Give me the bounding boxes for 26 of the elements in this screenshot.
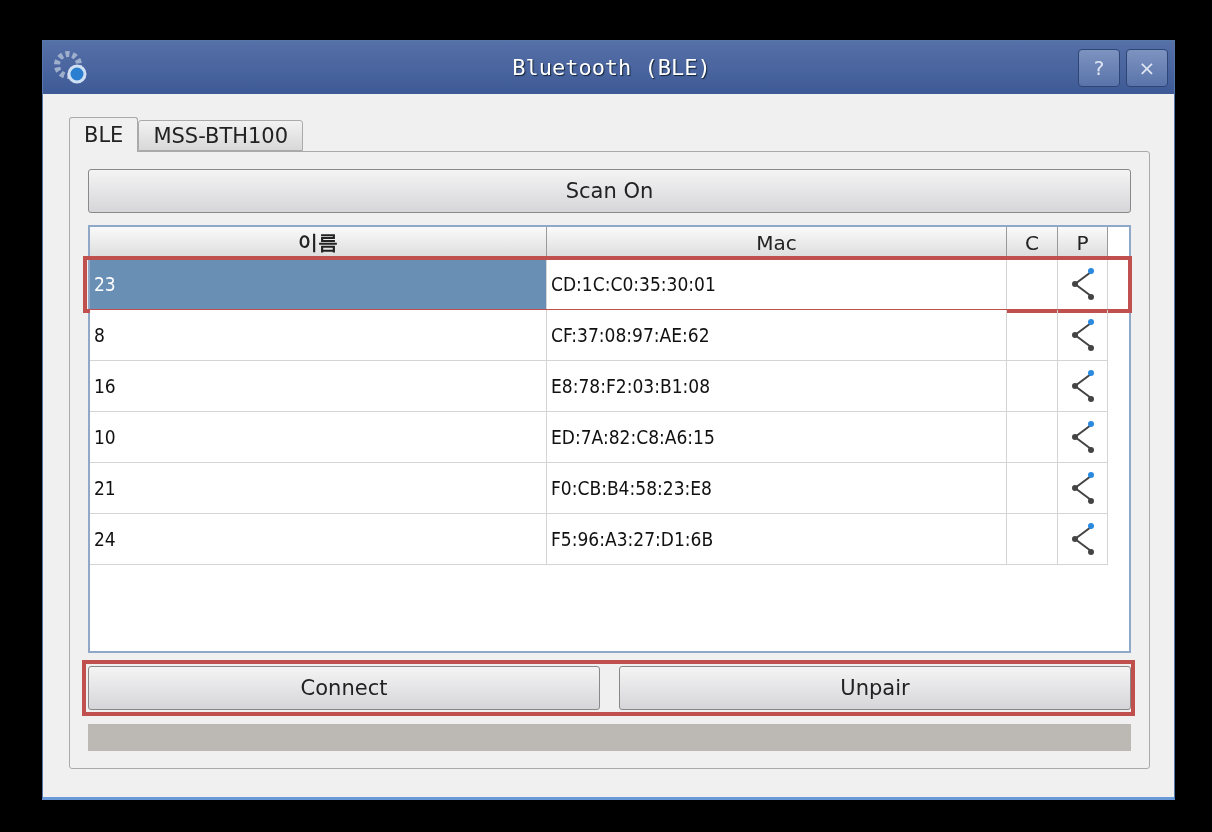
window-title: Bluetooth (BLE)	[511, 55, 712, 80]
connect-button[interactable]: Connect	[88, 666, 600, 710]
table-cell: 8	[90, 310, 547, 361]
table-cell: 24	[90, 514, 547, 565]
column-header[interactable]: P	[1058, 227, 1108, 259]
column-header[interactable]: C	[1007, 227, 1058, 259]
tab[interactable]: BLE	[69, 117, 139, 152]
table-cell: 16	[90, 361, 547, 412]
table-row[interactable]: 8 CF:37:08:97:AE:62	[90, 310, 1129, 361]
table-cell: E8:78:F2:03:B1:08	[547, 361, 1007, 412]
table-cell: F5:96:A3:27:D1:6B	[547, 514, 1007, 565]
tab[interactable]: MSS-BTH100	[138, 120, 304, 151]
column-header[interactable]: Mac	[547, 227, 1007, 259]
table-row[interactable]: 16 E8:78:F2:03:B1:08	[90, 361, 1129, 412]
table-row[interactable]: 21 F0:CB:B4:58:23:E8	[90, 463, 1129, 514]
scan-button[interactable]: Scan On	[88, 169, 1131, 213]
table-cell: ED:7A:82:C8:A6:15	[547, 412, 1007, 463]
table-row[interactable]: 10 ED:7A:82:C8:A6:15	[90, 412, 1129, 463]
table-cell: 21	[90, 463, 547, 514]
table-cell: 10	[90, 412, 547, 463]
column-header[interactable]: 이름	[90, 227, 547, 259]
unpair-button[interactable]: Unpair	[619, 666, 1131, 710]
table-cell: F0:CB:B4:58:23:E8	[547, 463, 1007, 514]
table-row[interactable]: 24 F5:96:A3:27:D1:6B	[90, 514, 1129, 565]
table-cell: 23	[90, 259, 547, 310]
table-cell: CF:37:08:97:AE:62	[547, 310, 1007, 361]
